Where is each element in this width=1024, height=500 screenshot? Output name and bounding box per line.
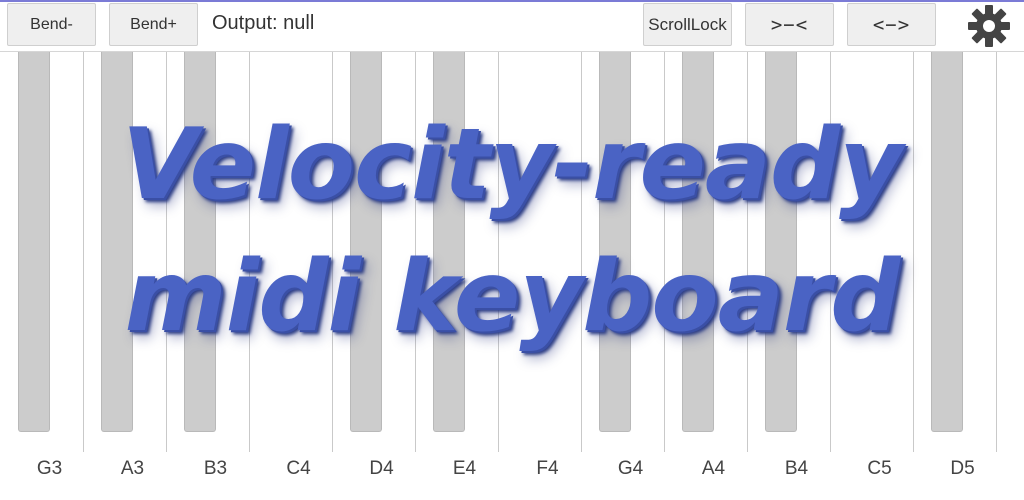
key-label-b3: B3 bbox=[203, 458, 228, 479]
zoom-out-button[interactable]: <−> bbox=[847, 3, 936, 46]
piano-keyboard[interactable] bbox=[0, 52, 1024, 454]
key-label-a3: A3 bbox=[120, 458, 145, 479]
black-key-before-b4[interactable] bbox=[765, 52, 797, 432]
black-key-before-d4[interactable] bbox=[350, 52, 382, 432]
bend-up-button[interactable]: Bend+ bbox=[109, 3, 198, 46]
white-key-c4[interactable] bbox=[250, 52, 333, 452]
black-key-before-g4[interactable] bbox=[599, 52, 631, 432]
black-key-before-d5[interactable] bbox=[931, 52, 963, 432]
gear-icon bbox=[968, 5, 1010, 47]
key-label-g4: G4 bbox=[617, 458, 644, 479]
settings-button[interactable] bbox=[966, 3, 1012, 49]
key-label-a4: A4 bbox=[701, 458, 726, 479]
key-label-b4: B4 bbox=[784, 458, 809, 479]
key-label-c4: C4 bbox=[286, 458, 311, 479]
black-key-before-g3[interactable] bbox=[18, 52, 50, 432]
key-labels: G3 A3 B3 C4 D4 E4 F4 G4 A4 B4 C5 D5 bbox=[0, 454, 1024, 500]
key-label-d4: D4 bbox=[369, 458, 394, 479]
black-key-before-b3[interactable] bbox=[184, 52, 216, 432]
key-label-g3: G3 bbox=[36, 458, 63, 479]
key-label-f4: F4 bbox=[536, 458, 559, 479]
key-label-e4: E4 bbox=[452, 458, 477, 479]
white-key-c5[interactable] bbox=[831, 52, 914, 452]
toolbar: Bend- Bend+ Output: null ScrollLock >−< … bbox=[0, 0, 1024, 52]
bend-down-button[interactable]: Bend- bbox=[7, 3, 96, 46]
black-key-before-a3[interactable] bbox=[101, 52, 133, 432]
key-label-c5: C5 bbox=[867, 458, 892, 479]
white-key-f4[interactable] bbox=[499, 52, 582, 452]
zoom-in-button[interactable]: >−< bbox=[745, 3, 834, 46]
output-status: Output: null bbox=[212, 12, 315, 34]
scroll-lock-button[interactable]: ScrollLock bbox=[643, 3, 732, 46]
black-key-before-a4[interactable] bbox=[682, 52, 714, 432]
black-key-before-e4[interactable] bbox=[433, 52, 465, 432]
key-label-d5: D5 bbox=[950, 458, 975, 479]
